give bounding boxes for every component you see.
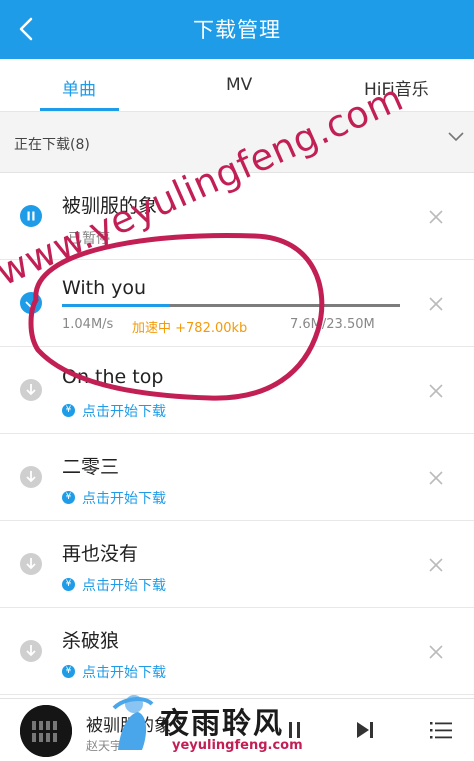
close-icon[interactable] <box>426 555 446 575</box>
close-icon[interactable] <box>426 207 446 227</box>
list-item[interactable]: 再也没有 ¥ 点击开始下载 <box>0 521 474 608</box>
downloading-icon[interactable] <box>20 292 42 314</box>
now-playing-title: 被驯服的象 <box>86 716 171 736</box>
page-title: 下载管理 <box>193 18 281 42</box>
download-status[interactable]: 点击开始下载 <box>82 488 166 508</box>
active-tab-indicator <box>40 108 119 111</box>
song-title: On the top <box>62 366 164 388</box>
playlist-icon[interactable] <box>428 717 454 743</box>
download-icon[interactable] <box>20 640 42 662</box>
list-item[interactable]: 杀破狼 ¥ 点击开始下载 <box>0 608 474 695</box>
downloading-section-header[interactable]: 正在下载(8) <box>0 112 474 173</box>
list-item[interactable]: On the top ¥ 点击开始下载 <box>0 347 474 434</box>
progress-bar <box>62 304 400 307</box>
close-icon[interactable] <box>426 642 446 662</box>
song-title: 再也没有 <box>62 543 139 565</box>
boost-status: 加速中 +782.00kb <box>132 321 248 336</box>
vip-coin-icon: ¥ <box>62 578 75 591</box>
download-size: 7.6M/23.50M <box>290 317 375 332</box>
play-pause-icon[interactable] <box>282 717 308 743</box>
album-art[interactable] <box>20 705 72 757</box>
tab-hifi[interactable]: HiFi音乐 <box>364 75 429 100</box>
list-item[interactable]: 二零三 ¥ 点击开始下载 <box>0 434 474 521</box>
tab-singles[interactable]: 单曲 <box>62 75 96 100</box>
download-icon[interactable] <box>20 466 42 488</box>
vip-coin-icon: ¥ <box>62 404 75 417</box>
close-icon[interactable] <box>426 294 446 314</box>
pause-icon[interactable] <box>20 205 42 227</box>
tab-bar: 单曲 MV HiFi音乐 <box>0 59 474 112</box>
app-header: 下载管理 <box>0 0 474 59</box>
download-status[interactable]: 点击开始下载 <box>82 575 166 595</box>
download-icon[interactable] <box>20 379 42 401</box>
song-title: 被驯服的象 <box>62 195 158 217</box>
download-status: 已暂停 <box>68 231 110 247</box>
download-speed: 1.04M/s <box>62 317 114 332</box>
song-title: 杀破狼 <box>62 630 120 652</box>
download-icon[interactable] <box>20 553 42 575</box>
progress-fill <box>62 304 171 307</box>
mini-player[interactable]: 被驯服的象 赵天宇 <box>0 698 474 761</box>
list-item[interactable]: 被驯服的象 已暂停 <box>0 173 474 260</box>
tab-mv[interactable]: MV <box>226 75 252 95</box>
song-title: With you <box>62 277 147 299</box>
song-title: 二零三 <box>62 456 120 478</box>
download-status[interactable]: 点击开始下载 <box>82 401 166 421</box>
now-playing-artist: 赵天宇 <box>86 739 123 753</box>
close-icon[interactable] <box>426 381 446 401</box>
section-label: 正在下载(8) <box>14 137 90 153</box>
vip-coin-icon: ¥ <box>62 665 75 678</box>
next-track-icon[interactable] <box>352 717 378 743</box>
close-icon[interactable] <box>426 468 446 488</box>
vip-coin-icon: ¥ <box>62 491 75 504</box>
download-status[interactable]: 点击开始下载 <box>82 662 166 682</box>
list-item[interactable]: With you 1.04M/s 加速中 +782.00kb 7.6M/23.5… <box>0 260 474 347</box>
chevron-down-icon[interactable] <box>446 130 466 144</box>
